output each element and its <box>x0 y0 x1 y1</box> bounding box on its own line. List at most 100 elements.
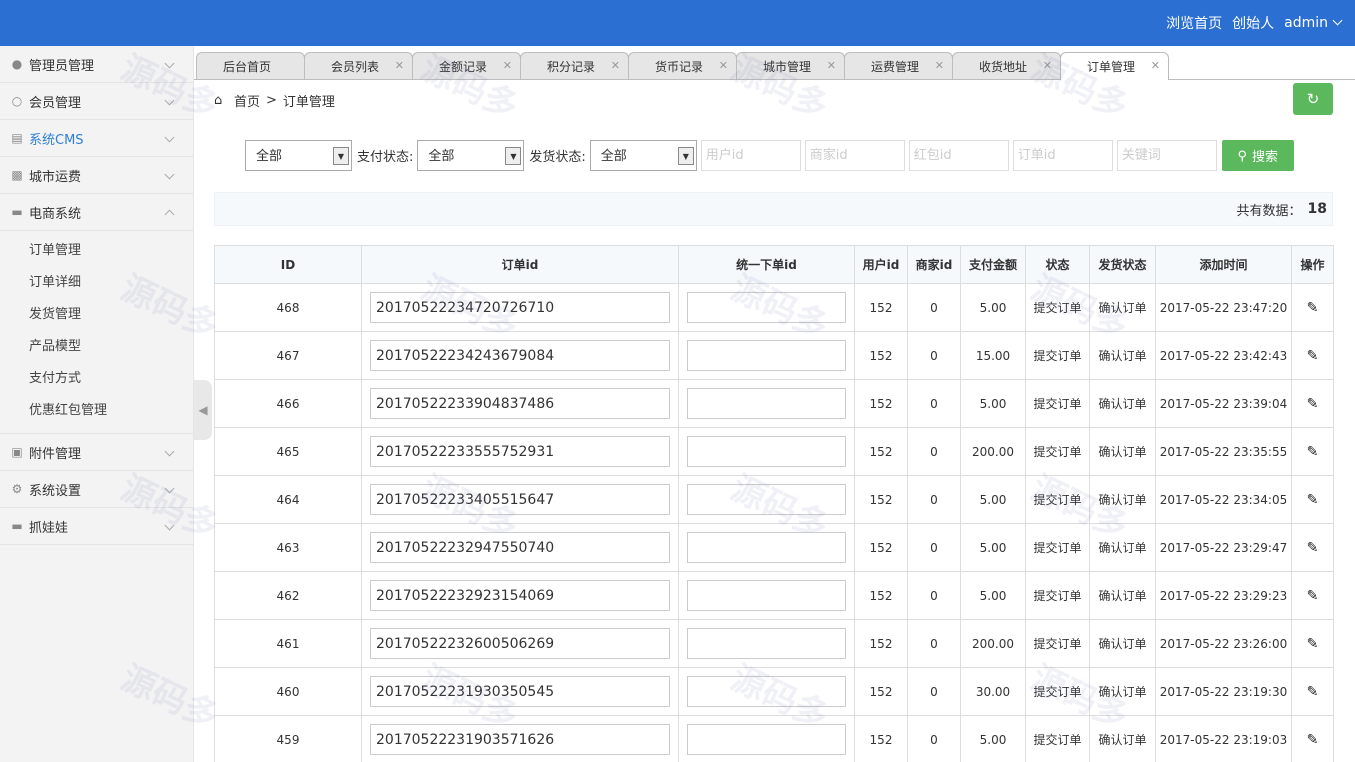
merchant-id-input[interactable] <box>804 140 905 171</box>
sidebar-collapse-handle[interactable]: ◀ <box>194 380 212 440</box>
cell-ship-status[interactable]: 确认订单 <box>1089 331 1156 380</box>
cell-status[interactable]: 提交订单 <box>1025 667 1090 716</box>
cell-status[interactable]: 提交订单 <box>1025 331 1090 380</box>
submenu-item-shipping[interactable]: 发货管理 <box>0 299 193 331</box>
cell-unified-id-input[interactable] <box>687 436 846 467</box>
tab-city-manage[interactable]: 城市管理 ✕ <box>736 52 845 79</box>
cell-ship-status[interactable]: 确认订单 <box>1089 475 1156 524</box>
edit-icon[interactable]: ✎ <box>1307 540 1319 556</box>
sidebar-item-cms[interactable]: ▤ 系统CMS <box>0 120 193 157</box>
edit-icon[interactable]: ✎ <box>1307 732 1319 748</box>
cell-order-id-input[interactable] <box>370 292 670 323</box>
tab-address[interactable]: 收货地址 ✕ <box>952 52 1061 79</box>
keyword-input[interactable] <box>1116 140 1217 171</box>
submenu-item-coupon[interactable]: 优惠红包管理 <box>0 395 193 427</box>
cell-status[interactable]: 提交订单 <box>1025 571 1090 620</box>
sidebar-item-city-freight[interactable]: ▩ 城市运费 <box>0 157 193 194</box>
cell-status[interactable]: 提交订单 <box>1025 523 1090 572</box>
edit-icon[interactable]: ✎ <box>1307 492 1319 508</box>
cell-unified-id-input[interactable] <box>687 388 846 419</box>
type-select[interactable]: 全部 ▼ <box>245 140 352 171</box>
cell-status[interactable]: 提交订单 <box>1025 619 1090 668</box>
edit-icon[interactable]: ✎ <box>1307 300 1319 316</box>
cell-ship-status[interactable]: 确认订单 <box>1089 379 1156 428</box>
order-id-input[interactable] <box>1012 140 1113 171</box>
sidebar-item-claw[interactable]: ▬ 抓娃娃 <box>0 508 193 545</box>
cell-order-id-input[interactable] <box>370 676 670 707</box>
edit-icon[interactable]: ✎ <box>1307 588 1319 604</box>
cell-order-id-input[interactable] <box>370 532 670 563</box>
cell-amount: 5.00 <box>960 475 1026 524</box>
edit-icon[interactable]: ✎ <box>1307 636 1319 652</box>
user-id-input[interactable] <box>700 140 801 171</box>
browse-home-link[interactable]: 浏览首页 <box>1166 13 1222 33</box>
cell-status[interactable]: 提交订单 <box>1025 283 1090 332</box>
tab-freight-manage[interactable]: 运费管理 ✕ <box>844 52 953 79</box>
cell-status[interactable]: 提交订单 <box>1025 475 1090 524</box>
cell-order-id-input[interactable] <box>370 340 670 371</box>
cell-ship-status[interactable]: 确认订单 <box>1089 571 1156 620</box>
cell-order-id-input[interactable] <box>370 724 670 755</box>
sidebar-item-admin[interactable]: ● 管理员管理 <box>0 46 193 83</box>
cell-order-id-input[interactable] <box>370 484 670 515</box>
edit-icon[interactable]: ✎ <box>1307 684 1319 700</box>
sidebar-item-settings[interactable]: ⚙ 系统设置 <box>0 471 193 508</box>
cell-unified-id-input[interactable] <box>687 340 846 371</box>
cell-ship-status[interactable]: 确认订单 <box>1089 715 1156 762</box>
submenu-item-product-model[interactable]: 产品模型 <box>0 331 193 363</box>
submenu-item-order-detail[interactable]: 订单详细 <box>0 267 193 299</box>
cell-user-id: 152 <box>854 715 908 762</box>
close-icon[interactable]: ✕ <box>611 59 620 72</box>
close-icon[interactable]: ✕ <box>1043 59 1052 72</box>
cell-status[interactable]: 提交订单 <box>1025 379 1090 428</box>
submenu-item-order-manage[interactable]: 订单管理 <box>0 235 193 267</box>
sidebar-item-attachments[interactable]: ▣ 附件管理 <box>0 434 193 471</box>
cell-unified-id-input[interactable] <box>687 532 846 563</box>
tab-dashboard[interactable]: 后台首页 <box>196 52 305 79</box>
close-icon[interactable]: ✕ <box>827 59 836 72</box>
tab-order-manage[interactable]: 订单管理 ✕ <box>1060 52 1169 80</box>
refresh-button[interactable]: ↻ <box>1293 83 1333 115</box>
ship-status-select[interactable]: 全部 ▼ <box>589 140 697 171</box>
cell-status[interactable]: 提交订单 <box>1025 427 1090 476</box>
chevron-down-icon <box>164 446 175 457</box>
cell-unified-id-input[interactable] <box>687 580 846 611</box>
edit-icon[interactable]: ✎ <box>1307 444 1319 460</box>
tab-amount-record[interactable]: 金额记录 ✕ <box>412 52 521 79</box>
cell-ship-status[interactable]: 确认订单 <box>1089 619 1156 668</box>
sidebar-item-ecommerce[interactable]: ▬ 电商系统 <box>0 194 193 231</box>
cell-ship-status[interactable]: 确认订单 <box>1089 427 1156 476</box>
cell-unified-id-input[interactable] <box>687 292 846 323</box>
cell-order-id-input[interactable] <box>370 436 670 467</box>
cell-ship-status[interactable]: 确认订单 <box>1089 523 1156 572</box>
cell-actions: ✎ <box>1291 523 1334 572</box>
cell-order-id-input[interactable] <box>370 388 670 419</box>
close-icon[interactable]: ✕ <box>935 59 944 72</box>
close-icon[interactable]: ✕ <box>1151 59 1160 72</box>
coupon-id-input[interactable] <box>908 140 1009 171</box>
cell-order-id-input[interactable] <box>370 580 670 611</box>
chevron-down-icon <box>164 58 175 69</box>
cell-unified-id-input[interactable] <box>687 676 846 707</box>
close-icon[interactable]: ✕ <box>719 59 728 72</box>
tab-member-list[interactable]: 会员列表 ✕ <box>304 52 413 79</box>
tab-points-record[interactable]: 积分记录 ✕ <box>520 52 629 79</box>
search-button[interactable]: ⚲ 搜索 <box>1221 140 1294 171</box>
pay-status-select[interactable]: 全部 ▼ <box>417 140 525 171</box>
close-icon[interactable]: ✕ <box>395 59 404 72</box>
submenu-item-payment[interactable]: 支付方式 <box>0 363 193 395</box>
cell-ship-status[interactable]: 确认订单 <box>1089 667 1156 716</box>
cell-ship-status[interactable]: 确认订单 <box>1089 283 1156 332</box>
cell-unified-id-input[interactable] <box>687 628 846 659</box>
cell-unified-id-input[interactable] <box>687 484 846 515</box>
close-icon[interactable]: ✕ <box>503 59 512 72</box>
tab-currency-record[interactable]: 货币记录 ✕ <box>628 52 737 79</box>
cell-unified-id-input[interactable] <box>687 724 846 755</box>
breadcrumb-home[interactable]: 首页 <box>234 91 260 110</box>
sidebar-item-member[interactable]: ○ 会员管理 <box>0 83 193 120</box>
edit-icon[interactable]: ✎ <box>1307 396 1319 412</box>
cell-status[interactable]: 提交订单 <box>1025 715 1090 762</box>
edit-icon[interactable]: ✎ <box>1307 348 1319 364</box>
user-menu[interactable]: admin <box>1284 15 1343 31</box>
cell-order-id-input[interactable] <box>370 628 670 659</box>
